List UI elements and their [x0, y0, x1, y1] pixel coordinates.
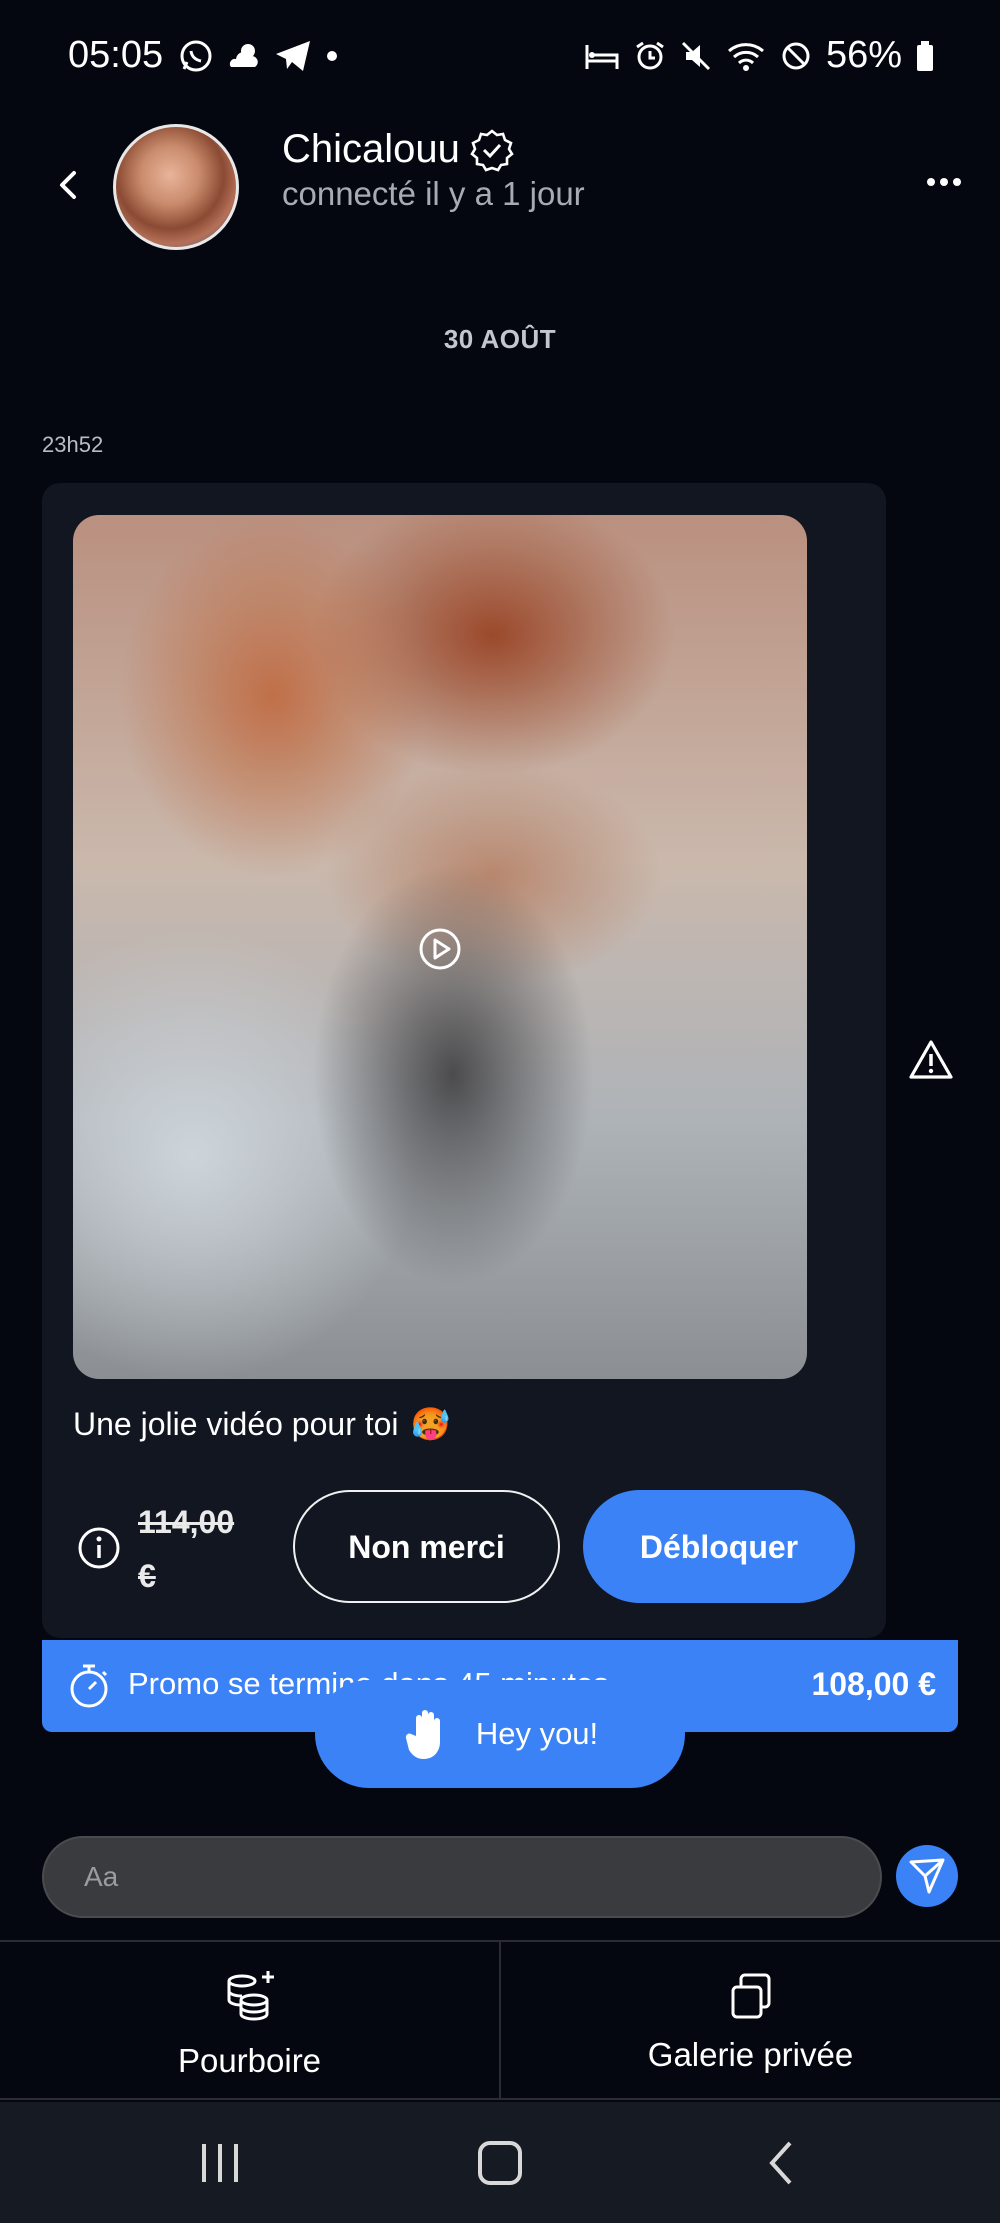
recent-apps-button[interactable] — [190, 2138, 250, 2188]
battery-icon — [916, 40, 934, 71]
recents-icon — [202, 2144, 238, 2182]
wifi-icon — [726, 40, 766, 72]
private-gallery-tab-label: Galerie privée — [647, 2036, 854, 2073]
bed-icon — [584, 41, 620, 71]
paid-media-message: Une jolie vidéo pour toi 🥵 114,00 € Non … — [42, 483, 886, 1638]
more-horizontal-icon — [927, 178, 961, 186]
locked-video-preview[interactable] — [73, 515, 807, 1379]
chat-header: Chicalouu connecté il y a 1 jour — [0, 115, 1000, 255]
original-price: 114,00 € — [138, 1504, 235, 1594]
warning-icon — [909, 1040, 953, 1079]
unlock-button[interactable]: Débloquer — [583, 1490, 855, 1603]
play-icon[interactable] — [418, 927, 462, 971]
system-navigation-bar — [0, 2102, 1000, 2223]
promo-price: 108,00 € — [811, 1666, 936, 1702]
status-time: 05:05 — [68, 34, 164, 76]
decline-button[interactable]: Non merci — [293, 1490, 560, 1603]
profile-name-row[interactable]: Chicalouu — [282, 127, 514, 172]
back-button[interactable] — [50, 165, 90, 205]
tip-tab-label: Pourboire — [177, 2042, 322, 2079]
price-info-button[interactable] — [77, 1526, 121, 1570]
date-separator: 30 AOÛT — [443, 324, 557, 354]
info-icon — [78, 1527, 120, 1569]
message-composer — [42, 1836, 882, 1918]
battery-percent: 56% — [825, 34, 902, 76]
send-button[interactable] — [896, 1845, 958, 1907]
home-button[interactable] — [470, 2138, 530, 2188]
profile-name: Chicalouu — [282, 127, 460, 171]
more-options-button[interactable] — [926, 175, 962, 187]
avatar[interactable] — [113, 124, 239, 250]
status-bar: 05:05 56% — [0, 0, 1000, 110]
hey-you-button[interactable]: Hey you! — [315, 1680, 685, 1788]
verified-badge-icon — [470, 128, 514, 172]
copy-icon — [731, 1973, 770, 2019]
weather-icon — [226, 40, 262, 72]
waving-hand-icon — [405, 1710, 440, 1759]
chevron-left-icon — [60, 171, 76, 199]
alarm-icon — [634, 40, 666, 72]
report-button[interactable] — [908, 1038, 954, 1082]
hot-face-emoji: 🥵 — [410, 1406, 451, 1442]
mute-icon — [680, 40, 712, 72]
home-icon — [478, 2141, 522, 2185]
whatsapp-icon — [178, 38, 214, 74]
caption-text: Une jolie vidéo pour toi — [73, 1405, 399, 1442]
message-caption: Une jolie vidéo pour toi 🥵 — [73, 1405, 450, 1443]
status-notification-icons — [178, 38, 340, 74]
no-disturb-icon — [780, 40, 812, 72]
private-gallery-tab[interactable]: Galerie privée — [499, 1942, 1000, 2098]
status-system-icons: 56% — [584, 34, 934, 77]
message-input[interactable] — [84, 1838, 844, 1916]
tip-tab[interactable]: Pourboire — [0, 1942, 499, 2098]
presence-status: connecté il y a 1 jour — [282, 175, 585, 212]
system-back-button[interactable] — [752, 2138, 812, 2188]
telegram-icon — [274, 39, 312, 73]
message-timestamp: 23h52 — [42, 432, 104, 457]
coins-plus-icon — [227, 1971, 274, 2021]
back-arrow-icon — [769, 2141, 792, 2185]
send-icon — [909, 1858, 945, 1894]
stopwatch-icon — [70, 1664, 108, 1708]
dot-icon — [324, 48, 340, 64]
hey-you-label: Hey you! — [475, 1716, 599, 1751]
bottom-actions: Pourboire Galerie privée — [0, 1940, 1000, 2100]
